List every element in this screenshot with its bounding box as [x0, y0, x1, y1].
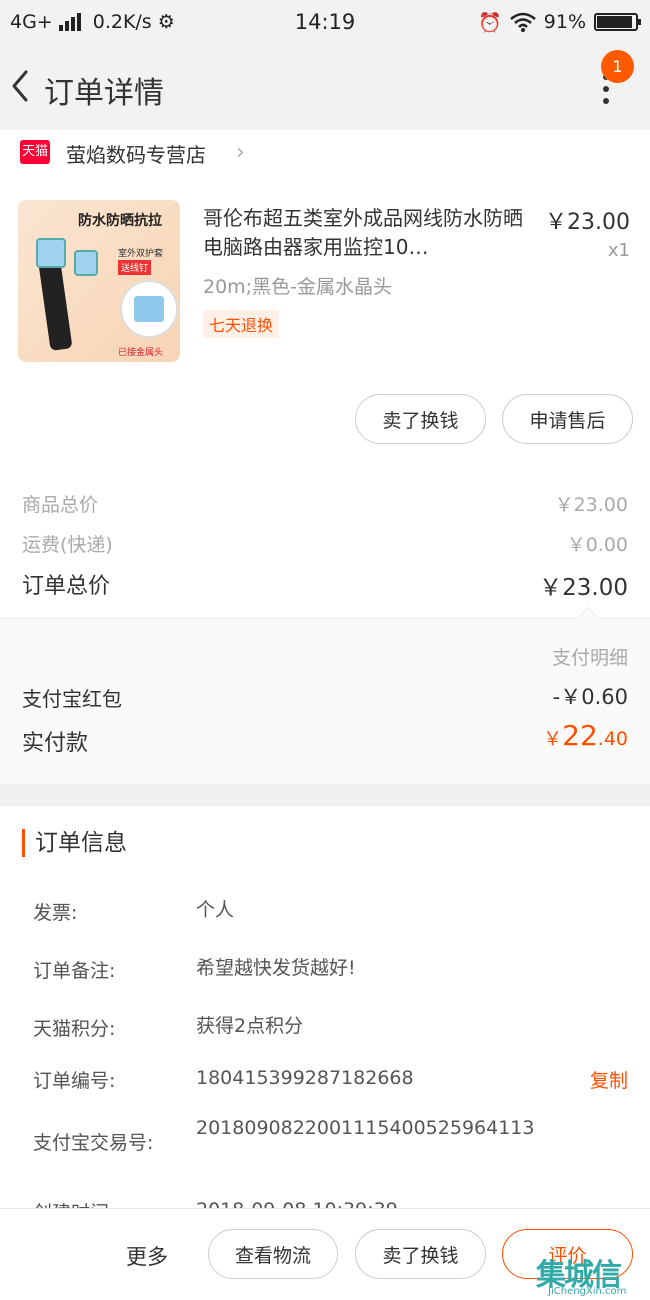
red-packet-label: 支付宝红包	[22, 687, 122, 711]
paid-amount-label: 实付款	[22, 731, 89, 756]
more-button[interactable]: 更多	[126, 1241, 168, 1271]
plug-graphic	[36, 238, 66, 268]
section-divider	[0, 784, 650, 806]
order-info-title: 订单信息	[22, 829, 127, 857]
copy-order-number-button[interactable]: 复制	[590, 1066, 628, 1093]
currency-symbol: ￥	[543, 728, 563, 750]
payment-detail-link[interactable]: 支付明细	[552, 643, 628, 670]
watermark-url: JiChengXin.com	[548, 1286, 627, 1297]
red-packet-value: -￥0.60	[552, 685, 628, 709]
nav-bar: 订单详情	[0, 44, 650, 130]
store-name[interactable]: 萤焰数码专营店	[66, 139, 206, 168]
shipping-value: ￥0.00	[566, 534, 628, 556]
info-value: 个人	[196, 899, 235, 921]
plug-graphic	[74, 250, 98, 276]
info-value: 希望越快发货越好!	[196, 957, 356, 979]
image-tag: 送线钉	[118, 260, 152, 275]
chevron-right-icon: ›	[236, 140, 245, 165]
product-title[interactable]: 哥伦布超五类室外成品网线防水防晒 电脑路由器家用监控10…	[203, 204, 533, 262]
product-image[interactable]: 防水防晒抗拉 室外双护套 送线钉 已接金属头	[18, 200, 180, 362]
notification-badge: 1	[601, 50, 634, 83]
shipping-row: 运费(快递) ￥0.00	[22, 530, 628, 557]
product-sku: 20m;黑色-金属水晶头	[203, 276, 392, 298]
battery-percent: 91%	[543, 11, 586, 33]
product-quantity: x1	[607, 240, 630, 261]
info-key: 订单编号:	[33, 1070, 116, 1092]
info-key: 天猫积分:	[33, 1018, 116, 1040]
image-tag: 已接金属头	[118, 348, 164, 358]
back-arrow-icon[interactable]	[6, 66, 38, 106]
store-row[interactable]: 天猫 萤焰数码专营店 ›	[0, 130, 650, 175]
info-key: 发票:	[33, 902, 78, 924]
goods-total-label: 商品总价	[22, 494, 99, 516]
paid-integer: 22	[562, 719, 598, 752]
order-total-label: 订单总价	[22, 574, 111, 599]
payment-details-box: 支付明细 支付宝红包 -￥0.60 实付款 ￥22.40	[0, 606, 650, 784]
info-value: 获得2点积分	[196, 1015, 304, 1037]
info-key: 支付宝交易号:	[33, 1132, 154, 1154]
paid-amount-value: ￥22.40	[543, 719, 628, 752]
connector-closeup-graphic	[120, 280, 178, 338]
view-logistics-button[interactable]: 查看物流	[208, 1229, 338, 1279]
battery-icon	[594, 13, 641, 31]
return-policy-tag: 七天退换	[203, 310, 280, 338]
image-tag: 室外双护套	[118, 249, 164, 259]
goods-total-row: 商品总价 ￥23.00	[22, 490, 628, 517]
page-title: 订单详情	[44, 76, 164, 111]
order-total-row: 订单总价 ￥23.00	[22, 568, 628, 602]
product-price: ￥23.00	[545, 210, 630, 235]
notch-pointer	[576, 606, 600, 630]
paid-decimal: .40	[597, 728, 628, 750]
status-bar: 4G+ 0.2K/s ⚙ 14:19 ⏰ 91%	[0, 0, 650, 44]
info-value: 2018090822001115400525964113	[196, 1117, 535, 1139]
sell-for-cash-button[interactable]: 卖了换钱	[355, 394, 486, 444]
order-number-value[interactable]: 180415399287182668	[196, 1066, 546, 1091]
alarm-icon: ⏰	[478, 11, 502, 34]
watermark: 集城信 JiChengXin.com	[532, 1248, 650, 1300]
wifi-icon	[509, 12, 536, 32]
goods-total-value: ￥23.00	[554, 494, 628, 516]
info-key: 订单备注:	[33, 960, 116, 982]
order-total-value: ￥23.00	[539, 575, 628, 601]
status-right: ⏰ 91%	[478, 11, 641, 34]
tmall-logo: 天猫	[20, 140, 50, 164]
shipping-label: 运费(快递)	[22, 534, 113, 556]
sell-for-cash-button-bottom[interactable]: 卖了换钱	[355, 1229, 486, 1279]
image-headline: 防水防晒抗拉	[78, 213, 162, 229]
after-sales-button[interactable]: 申请售后	[502, 394, 633, 444]
